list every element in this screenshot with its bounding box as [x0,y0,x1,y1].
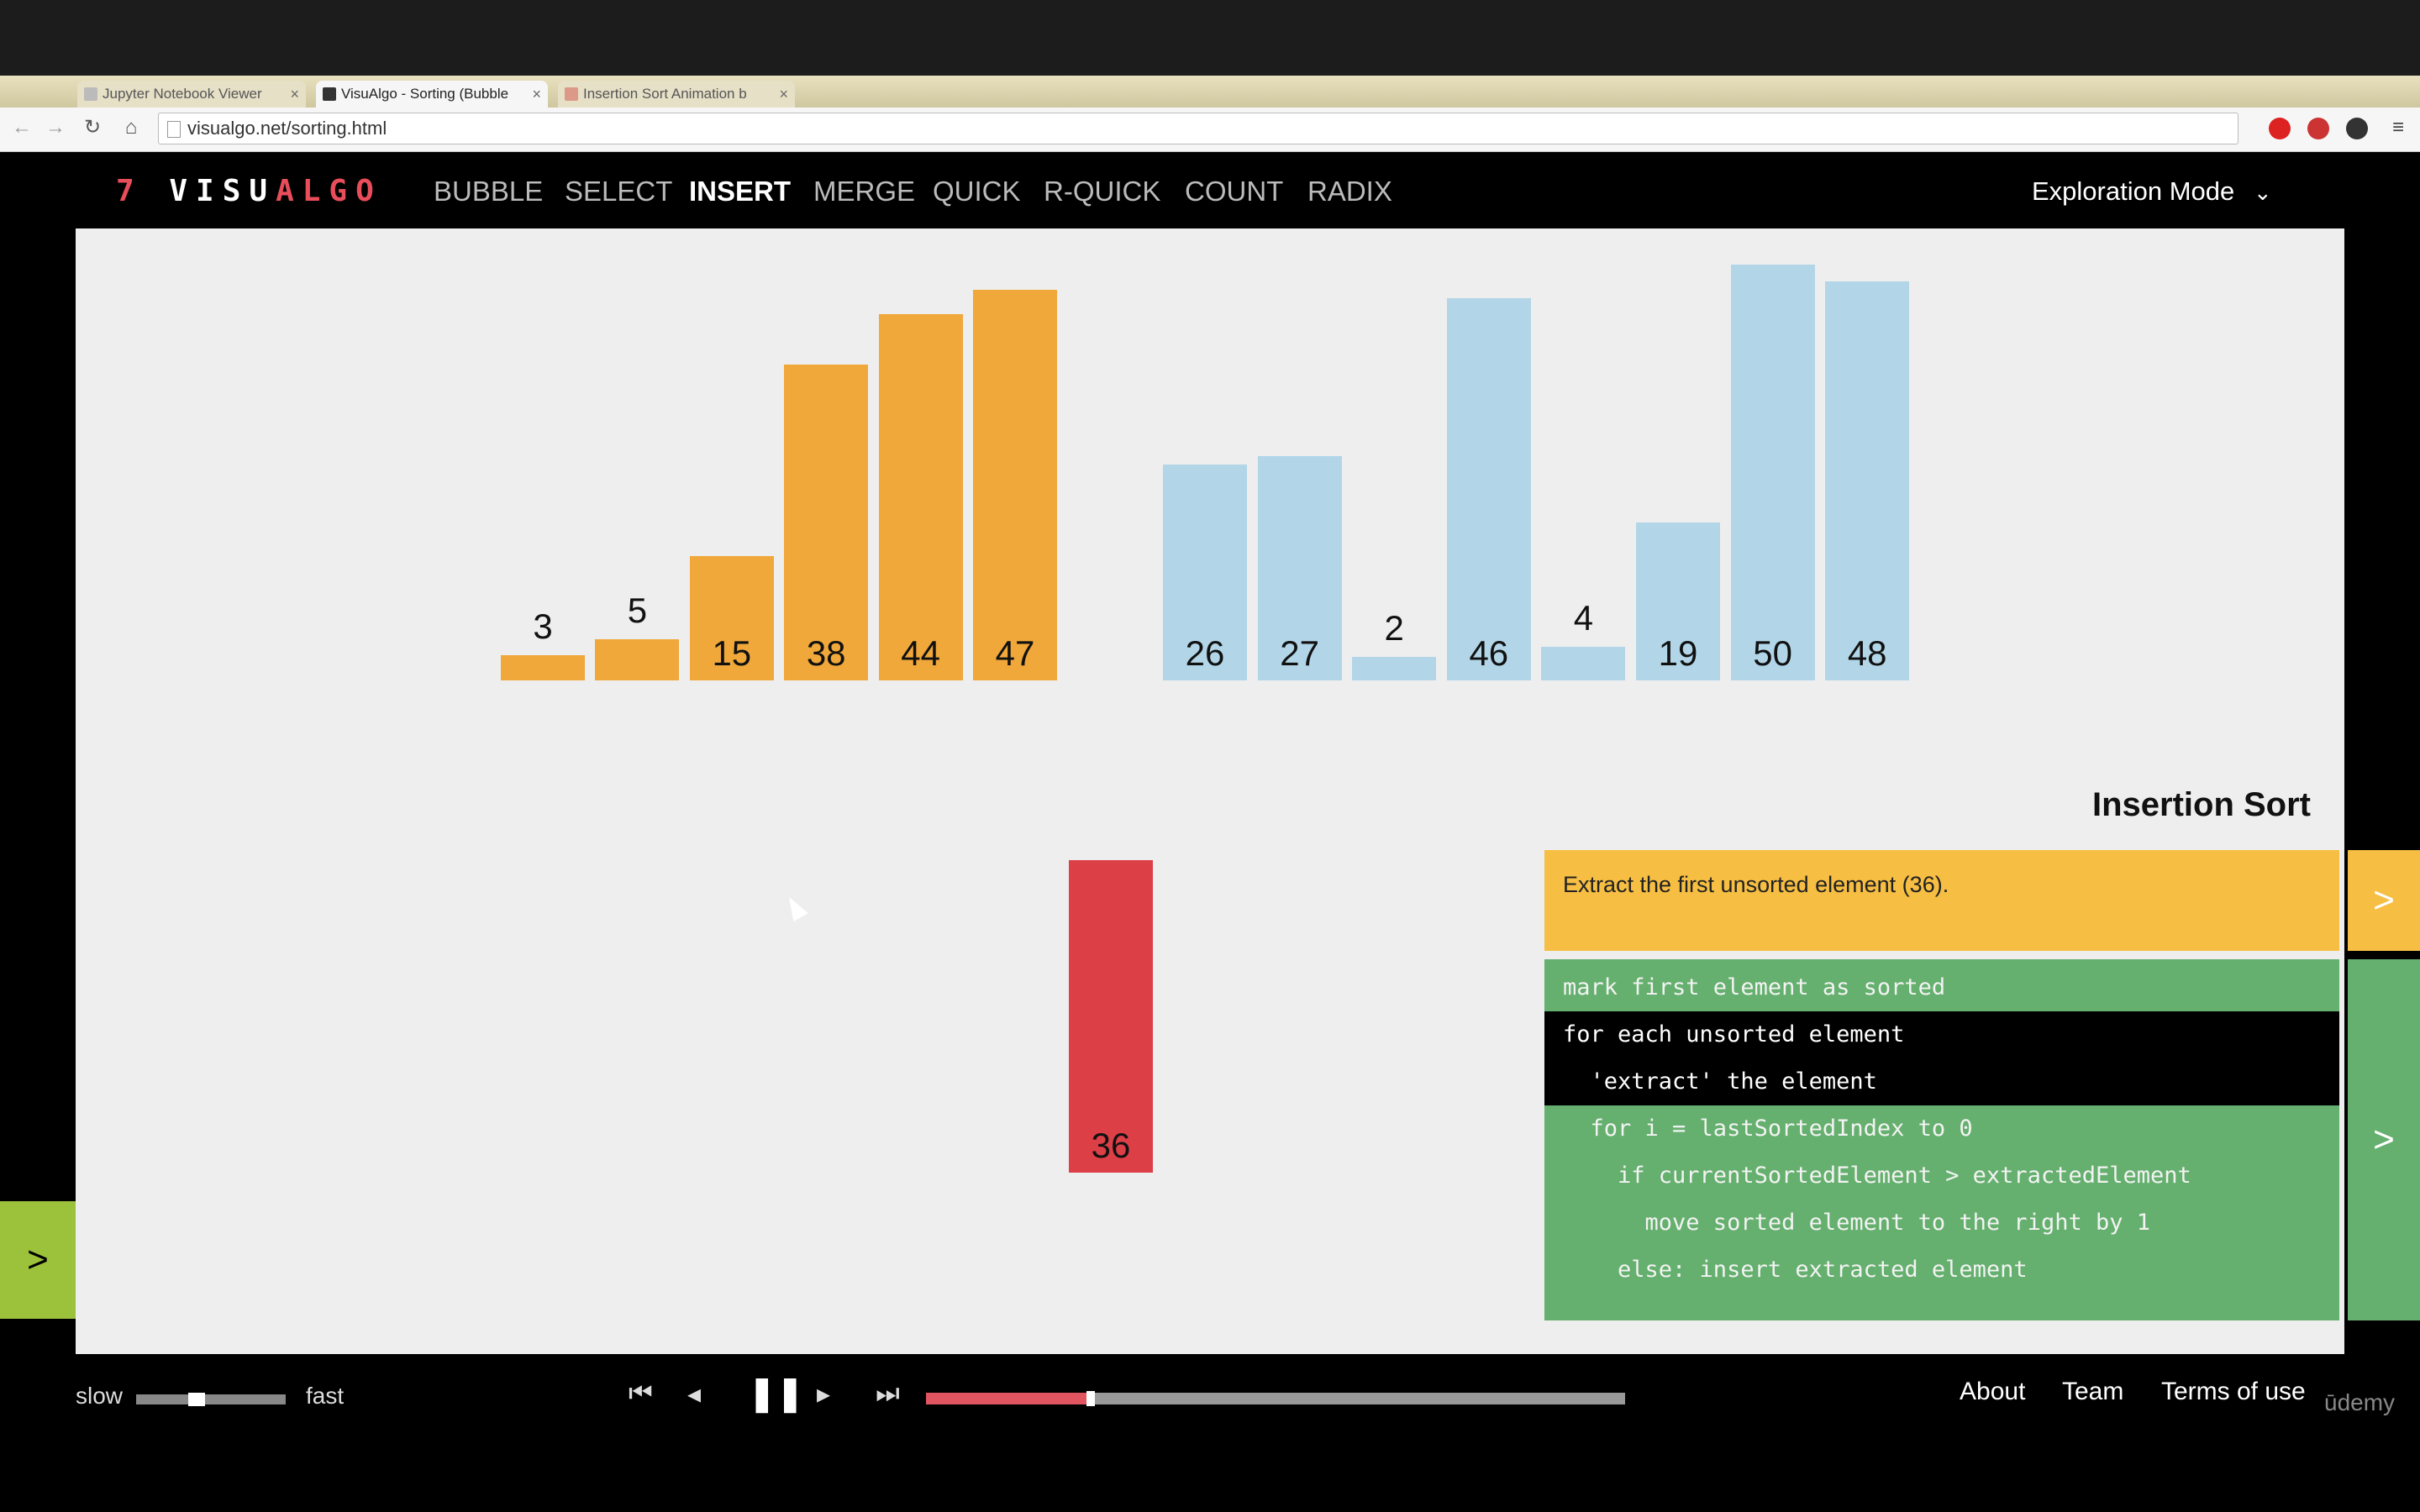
visualgo-logo[interactable]: 7 VISUALGO [116,171,382,213]
unsorted-bar-label: 50 [1753,633,1792,673]
unsorted-bar-label: 19 [1658,633,1698,673]
unsorted-bar [1730,265,1815,680]
speed-slow-label: slow [76,1383,124,1409]
unsorted-bar-label: 26 [1185,633,1225,673]
browser-tab-insertion-anim[interactable]: Insertion Sort Animation b × [558,81,795,108]
page-icon [565,87,578,101]
nav-bubble[interactable]: BUBBLE [434,173,543,210]
unsorted-bar [1446,297,1531,680]
nav-merge[interactable]: MERGE [813,173,915,210]
step-back-icon[interactable]: ◂ [687,1378,701,1410]
unsorted-bar [1352,657,1437,680]
code-expand-button[interactable]: > [2348,959,2420,1320]
pause-icon[interactable]: ❚❚ [748,1374,804,1413]
nav-r-quick[interactable]: R-QUICK [1044,173,1160,210]
speed-slider[interactable] [136,1394,286,1404]
page-icon [84,87,97,101]
step-forward-icon[interactable]: ▸ [817,1378,830,1410]
unsorted-bar-label: 2 [1384,608,1404,648]
status-expand-button[interactable]: > [2348,850,2420,951]
terms-link[interactable]: Terms of use [2161,1378,2306,1406]
speed-slider-handle[interactable] [188,1393,206,1406]
browser-tab-jupyter[interactable]: Jupyter Notebook Viewer × [77,81,306,108]
pseudocode-line: if currentSortedElement > extractedEleme… [1563,1163,2191,1189]
unsorted-bar [1541,647,1626,680]
skip-to-start-icon[interactable]: ⏮ [629,1378,653,1410]
address-bar[interactable]: visualgo.net/sorting.html [158,113,2238,144]
extracted-bar-label: 36 [1091,1126,1131,1165]
unsorted-bar-label: 48 [1847,633,1887,673]
sorted-bar-label: 44 [901,633,940,673]
sorted-bar-label: 5 [627,590,648,630]
close-icon[interactable]: × [779,81,788,108]
sorted-bar-label: 15 [712,633,752,673]
about-link[interactable]: About [1960,1378,2025,1406]
adblock-icon[interactable] [2307,118,2329,139]
visualgo-favicon [323,87,336,101]
unsorted-bar-label: 27 [1280,633,1319,673]
pseudocode-line: else: insert extracted element [1563,1257,2028,1283]
nav-select[interactable]: SELECT [565,173,672,210]
sorted-bar [501,655,585,680]
menu-icon[interactable]: ≡ [2385,114,2412,141]
pseudocode-line: mark first element as sorted [1563,974,1946,1000]
screen-top-border [0,0,2420,76]
pseudocode-line: move sorted element to the right by 1 [1563,1210,2150,1236]
mode-dropdown[interactable]: Exploration Mode ⌄ [2032,173,2272,210]
unsorted-bar-label: 46 [1469,633,1509,673]
team-link[interactable]: Team [2062,1378,2123,1406]
chevron-down-icon: ⌄ [2253,180,2272,205]
udemy-watermark: ūdemy [2324,1389,2396,1415]
close-icon[interactable]: × [290,81,299,108]
progress-handle[interactable] [1086,1391,1096,1406]
browser-tab-visualgo[interactable]: VisuAlgo - Sorting (Bubble × [316,81,548,108]
speed-fast-label: fast [306,1383,345,1409]
pseudocode-line: for i = lastSortedIndex to 0 [1563,1116,1973,1142]
pseudocode-line: for each unsorted element [1544,1011,2339,1058]
home-icon[interactable]: ⌂ [118,114,145,141]
close-icon[interactable]: × [532,81,541,108]
skip-to-end-icon[interactable]: ⏭ [876,1378,900,1410]
reload-icon[interactable]: ↻ [79,114,106,141]
pseudocode-line: 'extract' the element [1544,1058,2339,1105]
algorithm-title: Insertion Sort [2091,786,2311,823]
sorted-bar [973,289,1057,680]
sorted-bar-label: 47 [995,633,1035,673]
forward-arrow-icon[interactable]: → [42,114,69,141]
side-menu-toggle[interactable]: > [0,1201,76,1319]
extension-icon[interactable] [2346,118,2368,139]
unsorted-bar-label: 4 [1573,598,1594,638]
nav-count[interactable]: COUNT [1185,173,1283,210]
nav-radix[interactable]: RADIX [1307,173,1392,210]
back-arrow-icon[interactable]: ← [8,114,35,141]
sorted-bar-label: 3 [533,606,553,647]
nav-insert[interactable]: INSERT [689,173,791,210]
status-message: Extract the first unsorted element (36). [1544,850,2339,951]
sorted-bar [878,314,963,680]
unsorted-bar [1825,281,1910,680]
nav-quick[interactable]: QUICK [933,173,1021,210]
extension-icon[interactable] [2269,118,2291,139]
progress-fill [926,1393,1087,1404]
sorted-bar [595,638,680,680]
page-icon [167,121,181,138]
sorted-bar-label: 38 [806,633,846,673]
